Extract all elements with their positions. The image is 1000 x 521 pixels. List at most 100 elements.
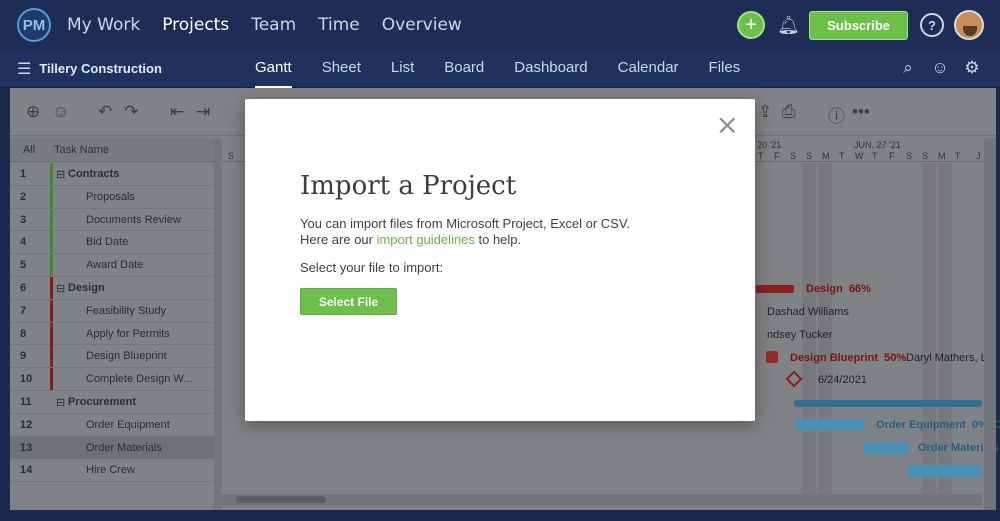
tab-calendar[interactable]: Calendar xyxy=(618,50,679,88)
plus-icon: + xyxy=(745,13,757,36)
task-name[interactable]: Apply for Permits xyxy=(86,328,170,340)
row-number: 12 xyxy=(20,418,33,431)
collapse-toggle-icon[interactable]: ⊟ xyxy=(56,396,65,409)
collapse-toggle-icon[interactable]: ⊟ xyxy=(56,168,65,181)
tab-list[interactable]: List xyxy=(391,50,414,88)
row-number: 4 xyxy=(20,236,27,249)
nav-my-work[interactable]: My Work xyxy=(67,15,140,35)
gear-icon[interactable]: ⚙ xyxy=(962,58,982,78)
hamburger-menu-icon[interactable]: ☰ xyxy=(17,59,31,79)
search-icon[interactable]: ⌕ xyxy=(898,58,918,78)
blueprint-percent: 50% xyxy=(884,352,907,364)
nav-overview[interactable]: Overview xyxy=(382,15,462,35)
collapse-toggle-icon[interactable]: ⊟ xyxy=(56,282,65,295)
indent-icon[interactable]: ⇥ xyxy=(196,102,210,122)
order-equipment-label: Order Equipment 0% C xyxy=(876,419,1000,431)
table-row[interactable]: 3 Documents Review xyxy=(10,208,214,232)
table-row[interactable]: 13 Order Materials xyxy=(10,436,214,460)
nav-projects[interactable]: Projects xyxy=(162,15,229,35)
info-icon[interactable]: ⓘ xyxy=(828,102,845,127)
import-guidelines-link[interactable]: import guidelines xyxy=(377,232,475,247)
day-label: W xyxy=(855,151,864,161)
tab-sheet[interactable]: Sheet xyxy=(322,50,361,88)
design-blueprint-bar[interactable] xyxy=(766,351,778,363)
table-row[interactable]: 6 ⊟ Design xyxy=(10,276,214,300)
nav-team[interactable]: Team xyxy=(251,15,296,35)
row-number: 8 xyxy=(20,327,27,340)
view-tabs: Gantt Sheet List Board Dashboard Calenda… xyxy=(255,50,770,88)
task-name[interactable]: Design xyxy=(68,282,105,294)
projectmanager-logo[interactable]: PM xyxy=(17,8,51,42)
outdent-icon[interactable]: ⇤ xyxy=(170,102,184,122)
bottom-edge xyxy=(0,510,1000,521)
procurement-summary-bar[interactable] xyxy=(794,400,982,407)
tab-gantt[interactable]: Gantt xyxy=(255,50,292,88)
more-options-icon[interactable]: ••• xyxy=(852,102,870,122)
design-summary-bar[interactable] xyxy=(756,285,794,293)
task-name[interactable]: Order Materials xyxy=(86,442,162,454)
blueprint-label: Design Blueprint 50% xyxy=(790,352,906,364)
assign-user-icon[interactable]: ☺ xyxy=(52,102,69,122)
task-name[interactable]: Hire Crew xyxy=(86,464,135,476)
order-materials-bar[interactable] xyxy=(864,442,908,454)
nav-time[interactable]: Time xyxy=(318,15,360,35)
guidelines-suffix: to help. xyxy=(474,232,522,247)
help-icon[interactable]: ? xyxy=(920,13,944,37)
table-row[interactable]: 10 Complete Design W... xyxy=(10,368,214,391)
column-all[interactable]: All xyxy=(23,144,35,156)
day-label: M xyxy=(938,151,946,161)
add-new-button[interactable]: + xyxy=(737,11,766,39)
share-icon[interactable]: ⇪ xyxy=(758,102,772,122)
milestone-date: 6/24/2021 xyxy=(818,374,867,386)
task-name[interactable]: Complete Design W... xyxy=(86,373,192,385)
add-task-icon[interactable]: ⊕ xyxy=(26,102,40,122)
table-row[interactable]: 11 ⊟ Procurement xyxy=(10,391,214,414)
undo-icon[interactable]: ↶ xyxy=(98,102,112,122)
tab-dashboard[interactable]: Dashboard xyxy=(514,50,587,88)
task-name[interactable]: Procurement xyxy=(68,396,136,408)
print-icon[interactable]: ⎙ xyxy=(782,102,796,122)
task-name[interactable]: Documents Review xyxy=(86,214,181,226)
subscribe-button[interactable]: Subscribe xyxy=(809,10,908,40)
table-row[interactable]: 2 Proposals xyxy=(10,185,214,209)
group-color-bar xyxy=(50,163,53,185)
dialog-description: You can import files from Microsoft Proj… xyxy=(300,216,630,231)
table-row[interactable]: 14 Hire Crew xyxy=(10,459,214,483)
add-user-icon[interactable]: ☺ xyxy=(930,58,950,78)
project-name[interactable]: Tillery Construction xyxy=(39,61,162,76)
main-nav: My Work Projects Team Time Overview xyxy=(67,15,484,35)
day-label: J xyxy=(976,151,981,161)
vertical-scrollbar[interactable] xyxy=(984,138,996,510)
table-row[interactable]: 5 Award Date xyxy=(10,254,214,277)
scrollbar-thumb[interactable] xyxy=(236,496,326,503)
notifications-bell-icon[interactable]: 🔔︎ xyxy=(777,15,800,36)
task-name[interactable]: Proposals xyxy=(86,191,135,203)
row-number: 2 xyxy=(20,190,27,203)
hire-crew-bar[interactable] xyxy=(908,465,982,477)
assignee-dashad: Dashad Williams xyxy=(767,306,849,318)
horizontal-scrollbar[interactable] xyxy=(222,494,982,506)
table-row[interactable]: 7 Feasibility Study xyxy=(10,299,214,323)
task-name[interactable]: Contracts xyxy=(68,168,119,180)
table-row[interactable]: 12 Order Equipment xyxy=(10,414,214,437)
tab-board[interactable]: Board xyxy=(444,50,484,88)
task-name[interactable]: Bid Date xyxy=(86,236,128,248)
redo-icon[interactable]: ↷ xyxy=(124,102,138,122)
task-name[interactable]: Order Equipment xyxy=(86,419,170,431)
table-row[interactable]: 9 Design Blueprint xyxy=(10,345,214,369)
tab-files[interactable]: Files xyxy=(709,50,741,88)
order-equipment-bar[interactable] xyxy=(796,419,864,431)
task-name[interactable]: Feasibility Study xyxy=(86,305,166,317)
column-task-name[interactable]: Task Name xyxy=(54,144,109,156)
task-name[interactable]: Design Blueprint xyxy=(86,350,167,362)
task-name[interactable]: Award Date xyxy=(86,259,143,271)
week-label-2: JUN, 27 '21 xyxy=(854,140,901,150)
user-avatar[interactable] xyxy=(954,10,984,40)
milestone-diamond-icon[interactable] xyxy=(785,370,803,388)
select-file-button[interactable]: Select File xyxy=(300,288,397,315)
table-row[interactable]: 4 Bid Date xyxy=(10,231,214,255)
table-row[interactable]: 1 ⊟ Contracts xyxy=(10,163,214,186)
grid-splitter[interactable] xyxy=(214,138,222,510)
table-row[interactable]: 8 Apply for Permits xyxy=(10,322,214,346)
close-icon[interactable]: × xyxy=(716,111,739,139)
